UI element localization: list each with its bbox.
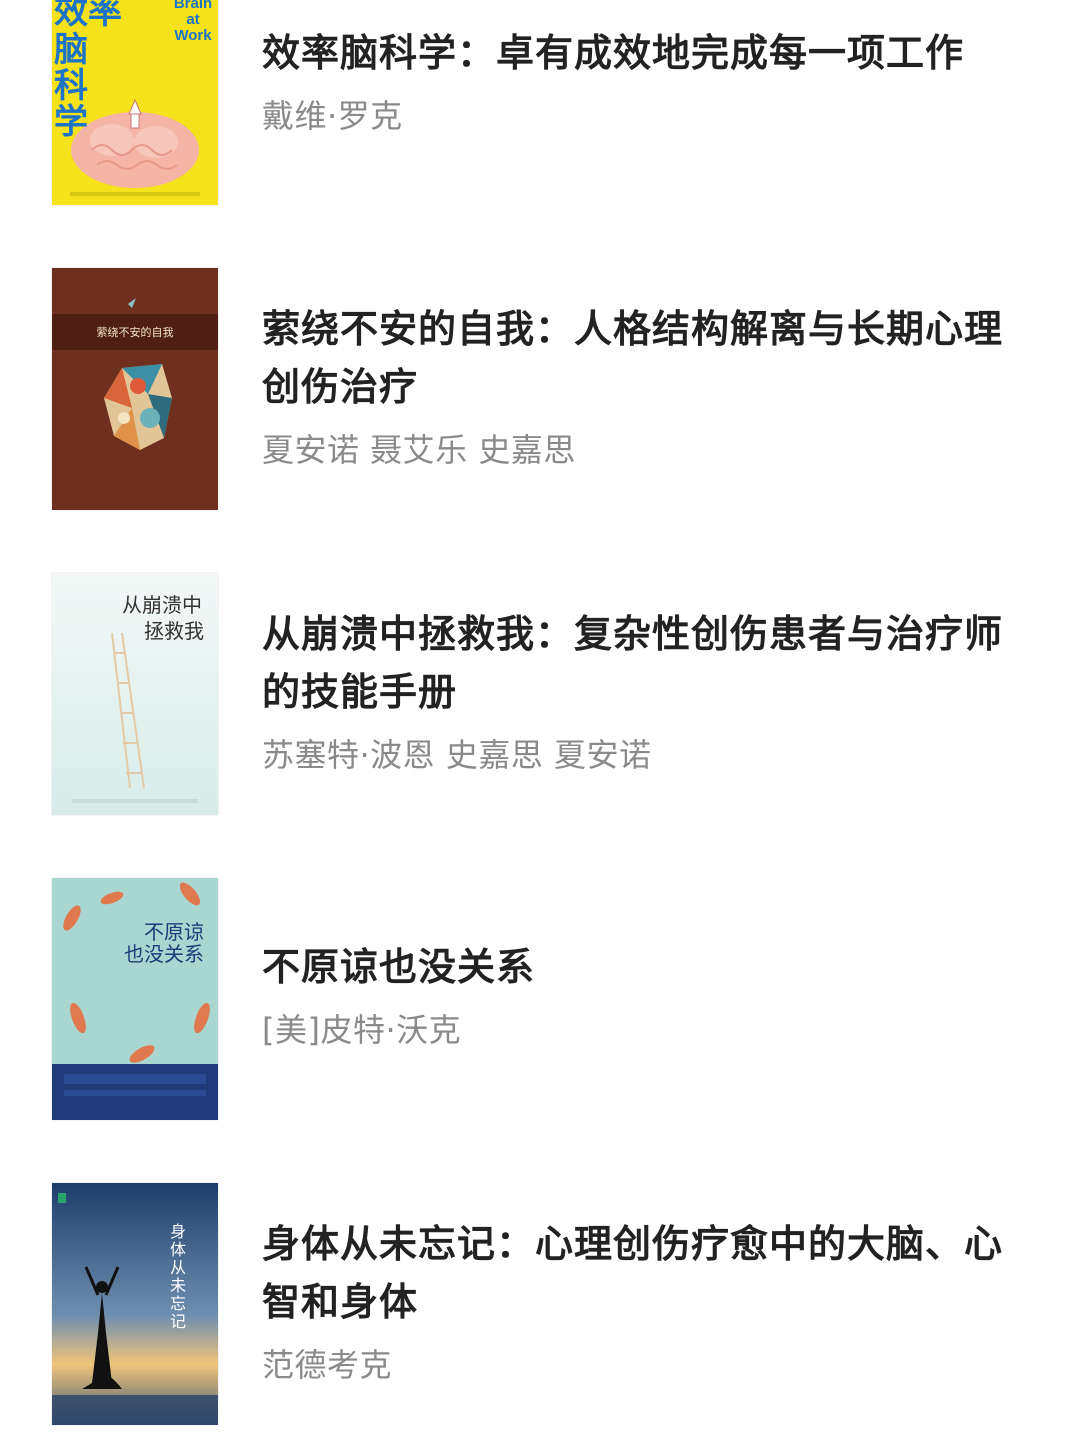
book-author: 夏安诺 聂艾乐 史嘉思 — [262, 431, 576, 469]
cover-subtitle: Brain at Work — [173, 0, 213, 44]
book-cover[interactable]: 萦绕不安的自我 — [52, 268, 218, 510]
book-author: [美]皮特·沃克 — [262, 1011, 462, 1049]
book-cover[interactable]: 效率 脑科学 Brain at Work — [52, 0, 218, 205]
book-title[interactable]: 效率脑科学：卓有成效地完成每一项工作 — [262, 24, 1022, 82]
book-info: 从崩溃中拯救我：复杂性创伤患者与治疗师的技能手册 苏塞特·波恩 史嘉思 夏安诺 — [262, 605, 1022, 775]
cover-title: 也没关系 — [124, 942, 204, 966]
book-info: 身体从未忘记：心理创伤疗愈中的大脑、心智和身体 范德考克 — [262, 1215, 1022, 1385]
book-author: 戴维·罗克 — [262, 97, 403, 135]
cover-title: 效率 — [54, 0, 122, 32]
book-cover[interactable]: 从崩溃中 拯救我 — [52, 573, 218, 815]
book-cover[interactable]: 身体从未忘记 — [52, 1183, 218, 1425]
cover-title: 脑科学 — [54, 30, 88, 142]
book-info: 效率脑科学：卓有成效地完成每一项工作 戴维·罗克 — [262, 24, 1022, 136]
cover-title: 从崩溃中 — [122, 593, 202, 617]
cover-title: 拯救我 — [144, 619, 204, 643]
book-cover[interactable]: 不原谅 也没关系 — [52, 878, 218, 1120]
book-author: 苏塞特·波恩 史嘉思 夏安诺 — [262, 736, 652, 774]
book-title[interactable]: 身体从未忘记：心理创伤疗愈中的大脑、心智和身体 — [262, 1215, 1022, 1331]
cover-title: 身体从未忘记 — [170, 1222, 187, 1331]
cover-title: 萦绕不安的自我 — [96, 326, 174, 339]
book-author: 范德考克 — [262, 1346, 393, 1384]
book-title[interactable]: 不原谅也没关系 — [262, 938, 1022, 996]
book-info: 萦绕不安的自我：人格结构解离与长期心理创伤治疗 夏安诺 聂艾乐 史嘉思 — [262, 300, 1022, 470]
book-info: 不原谅也没关系 [美]皮特·沃克 — [262, 938, 1022, 1050]
book-title[interactable]: 从崩溃中拯救我：复杂性创伤患者与治疗师的技能手册 — [262, 605, 1022, 721]
book-title[interactable]: 萦绕不安的自我：人格结构解离与长期心理创伤治疗 — [262, 300, 1022, 416]
book-list: 效率 脑科学 Brain at Work 效率脑科学：卓有成效地完成每一项工作 … — [0, 0, 1080, 1440]
